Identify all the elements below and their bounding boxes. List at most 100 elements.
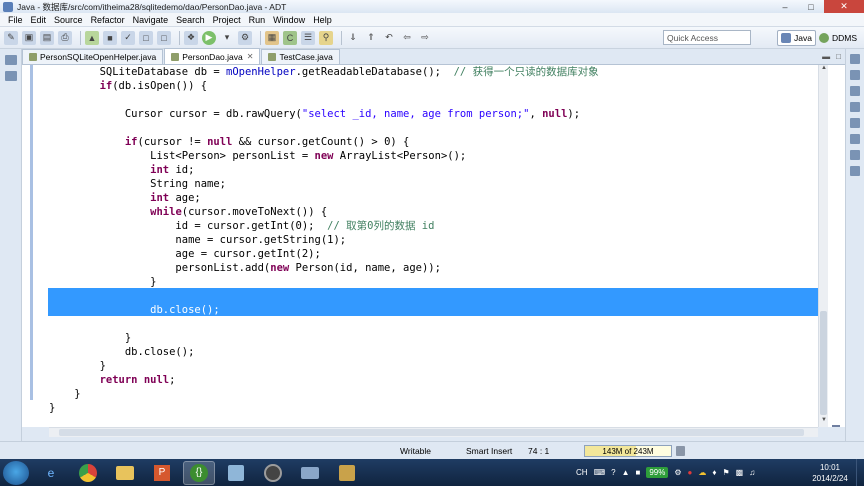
show-desktop-button[interactable] [856,459,864,486]
code-line[interactable]: return personList; [49,317,599,331]
code-line[interactable]: } [49,331,599,345]
code-line[interactable]: Cursor cursor = db.rawQuery("select _id,… [49,107,599,121]
code-editor[interactable]: SQLiteDatabase db = mOpenHelper.getReada… [22,65,818,427]
save-icon[interactable]: ▣ [22,30,36,45]
menu-navigate[interactable]: Navigate [129,15,173,25]
keyboard-icon[interactable]: ⌨ [594,468,606,477]
close-icon[interactable]: ✕ [824,0,864,13]
declaration-view-icon[interactable] [850,134,860,144]
code-line[interactable]: String name; [49,177,599,191]
code-line[interactable]: int age; [49,191,599,205]
code-line[interactable]: if(db.isOpen()) { [49,79,599,93]
code-line[interactable]: personList.add(new Person(id, name, age)… [49,261,599,275]
tools-task-icon[interactable] [294,461,326,485]
code-line[interactable]: db.close(); [49,345,599,359]
new-java-package-icon[interactable]: ▦ [265,30,279,45]
code-line[interactable] [49,93,599,107]
code-line[interactable]: age = cursor.getInt(2); [49,247,599,261]
run-icon[interactable]: ▶ [202,30,216,45]
code-line[interactable] [49,289,599,303]
code-line[interactable]: name = cursor.getString(1); [49,233,599,247]
restore-view-icon[interactable] [4,55,17,65]
next-annotation-icon[interactable]: ⇓ [346,31,360,45]
minimize-editor-icon[interactable]: ▬ [822,52,830,61]
menu-run[interactable]: Run [245,15,270,25]
ime-indicator[interactable]: CH [576,468,588,477]
tray-app-icon[interactable]: ■ [635,468,640,477]
minimize-icon[interactable]: – [772,0,798,13]
code-line[interactable]: } [49,401,599,415]
network-icon[interactable]: ▩ [736,468,744,477]
task-list-icon[interactable] [850,86,860,96]
code-line[interactable]: id = cursor.getInt(0); // 取第0列的数据 id [49,219,599,233]
lint-icon[interactable]: ✓ [121,30,135,45]
code-line[interactable]: while(cursor.moveToNext()) { [49,205,599,219]
save-all-icon[interactable]: ▤ [40,30,54,45]
scroll-thumb[interactable] [820,311,827,415]
maximize-editor-icon[interactable]: □ [836,52,841,61]
debug-icon[interactable]: ❖ [184,30,198,45]
android-sdk-icon[interactable]: ▲ [85,30,99,45]
new-icon[interactable]: ✎ [4,30,18,45]
help-icon[interactable]: ? [611,468,615,477]
ddms-perspective-button[interactable]: DDMS [816,30,860,46]
problems-view-icon[interactable] [850,102,860,112]
flag-icon[interactable]: ⚑ [722,468,729,477]
search-icon[interactable]: ⚲ [319,30,333,45]
run-dropdown-icon[interactable]: ▾ [220,31,234,45]
java-perspective-button[interactable]: Java [777,30,816,46]
menu-file[interactable]: File [4,15,27,25]
back-icon[interactable]: ⇦ [400,31,414,45]
code-line[interactable]: if(cursor != null && cursor.getCount() >… [49,135,599,149]
new-java-class-icon[interactable]: C [283,30,297,45]
menu-source[interactable]: Source [50,15,87,25]
new-xml-icon[interactable]: □ [157,30,171,45]
recorder-task-icon[interactable] [257,461,289,485]
vertical-scrollbar[interactable]: ▲ ▼ [818,65,828,427]
code-line[interactable]: List<Person> personList = new ArrayList<… [49,149,599,163]
tray-shield-icon[interactable]: ♦ [712,468,716,477]
volume-icon[interactable]: ♫ [749,468,755,477]
previous-annotation-icon[interactable]: ⇑ [364,31,378,45]
code-line[interactable]: } [49,359,599,373]
explorer-folder-icon[interactable] [109,461,141,485]
code-line[interactable]: return null; [49,373,599,387]
logcat-view-icon[interactable] [850,166,860,176]
close-tab-icon[interactable]: ✕ [247,52,254,61]
horizontal-scrollbar[interactable] [49,427,818,437]
external-tools-icon[interactable]: ⚙ [238,30,252,45]
quick-access-input[interactable]: Quick Access [663,30,751,45]
maximize-icon[interactable]: □ [798,0,824,13]
heap-status[interactable]: 143M of 243M [584,445,672,457]
tray-settings-icon[interactable]: ⚙ [674,468,681,477]
code-line[interactable]: int id; [49,163,599,177]
ie-icon[interactable]: e [35,461,67,485]
open-type-icon[interactable]: ☰ [301,30,315,45]
new-android-project-icon[interactable]: □ [139,30,153,45]
battery-indicator[interactable]: 99% [646,467,669,478]
outline-view-icon[interactable] [850,70,860,80]
start-button[interactable] [3,460,29,485]
console-view-icon[interactable] [850,150,860,160]
powerpoint-icon[interactable]: P [146,461,178,485]
chrome-icon[interactable] [72,461,104,485]
tab-personsqliteopenhelper[interactable]: PersonSQLiteOpenHelper.java [22,49,164,64]
code-line[interactable]: SQLiteDatabase db = mOpenHelper.getReada… [49,65,599,79]
eclipse-task-icon[interactable]: {} [183,460,215,485]
menu-search[interactable]: Search [172,15,209,25]
archive-task-icon[interactable] [331,461,363,485]
javadoc-view-icon[interactable] [850,118,860,128]
tray-cloud-icon[interactable]: ☁ [698,468,706,477]
show-hidden-icons[interactable]: ▲ [622,468,630,477]
forward-icon[interactable]: ⇨ [418,31,432,45]
avd-manager-icon[interactable]: ■ [103,30,117,45]
restore-view-icon[interactable] [850,54,860,64]
tray-record-icon[interactable]: ● [688,468,693,477]
code-line[interactable] [49,121,599,135]
last-edit-location-icon[interactable]: ↶ [382,31,396,45]
menu-help[interactable]: Help [309,15,336,25]
app-task-icon[interactable] [220,461,252,485]
code-line[interactable]: } [49,387,599,401]
tab-testcase[interactable]: TestCase.java [261,49,340,64]
package-explorer-icon[interactable] [4,71,17,81]
